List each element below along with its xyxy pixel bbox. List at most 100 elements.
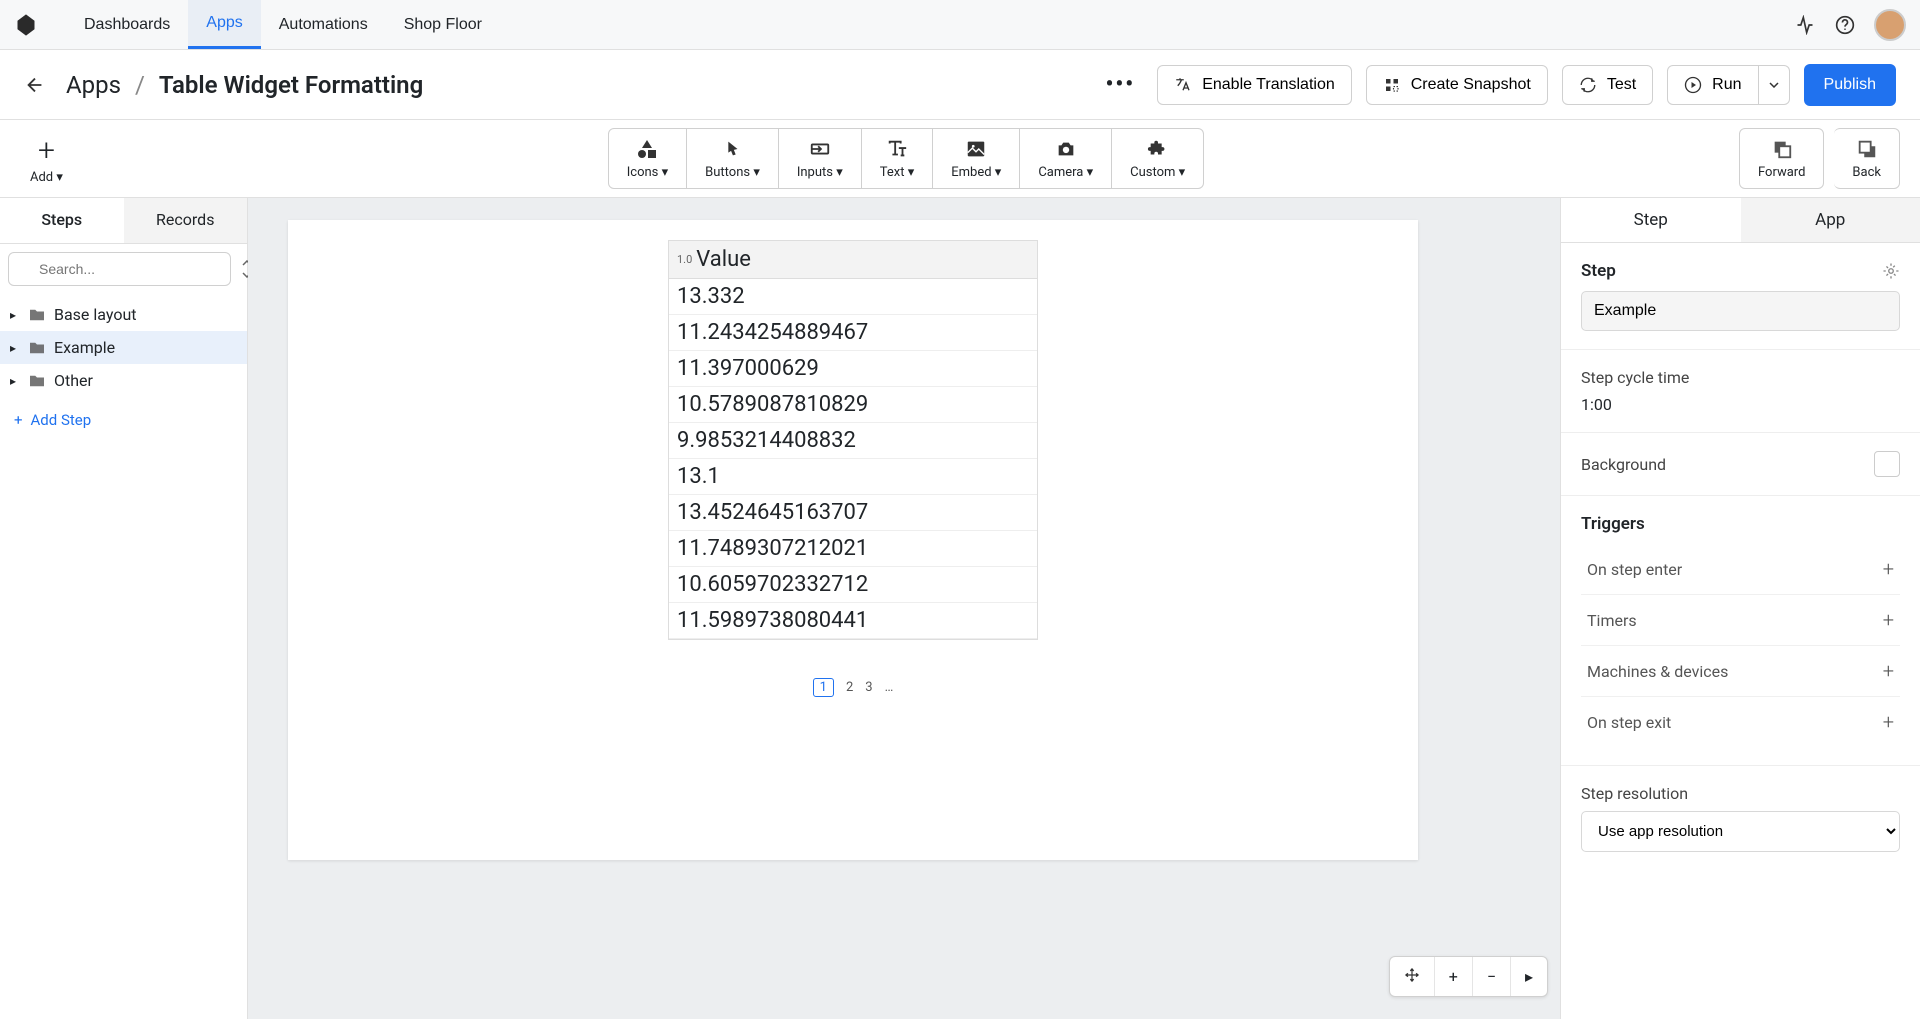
image-icon — [965, 137, 987, 161]
breadcrumb: Apps / Table Widget Formatting — [66, 71, 423, 99]
trigger-on-step-enter[interactable]: On step enter + — [1581, 544, 1900, 595]
inputs-tool-button[interactable]: Inputs ▾ — [779, 128, 862, 189]
input-icon — [808, 137, 832, 161]
create-snapshot-button[interactable]: Create Snapshot — [1366, 65, 1548, 105]
table-row[interactable]: 11.2434254889467 — [669, 315, 1037, 351]
test-button[interactable]: Test — [1562, 65, 1653, 105]
tree-item-base-layout[interactable]: ▸ Base layout — [0, 298, 247, 331]
play-icon — [1684, 76, 1702, 94]
tab-step[interactable]: Step — [1561, 198, 1741, 242]
table-row[interactable]: 10.5789087810829 — [669, 387, 1037, 423]
text-icon — [886, 137, 908, 161]
folder-icon — [28, 374, 46, 388]
enable-translation-button[interactable]: Enable Translation — [1157, 65, 1352, 105]
page-more[interactable]: … — [885, 680, 894, 695]
tab-app[interactable]: App — [1741, 198, 1920, 242]
plus-icon: + — [14, 411, 23, 429]
table-widget[interactable]: 1.0 Value 13.332 11.2434254889467 11.397… — [668, 240, 1038, 640]
create-snapshot-label: Create Snapshot — [1411, 76, 1531, 94]
tree-item-other[interactable]: ▸ Other — [0, 364, 247, 397]
page-2[interactable]: 2 — [846, 680, 853, 695]
tree-item-example[interactable]: ▸ Example — [0, 331, 247, 364]
plus-icon[interactable]: + — [1883, 608, 1894, 632]
cycle-time-label: Step cycle time — [1581, 368, 1900, 387]
chevron-right-icon: ▸ — [10, 374, 20, 388]
add-label: Add — [30, 170, 53, 185]
user-avatar[interactable] — [1874, 9, 1906, 41]
move-icon[interactable] — [1390, 957, 1435, 996]
resolution-select[interactable]: Use app resolution — [1581, 811, 1900, 852]
trigger-timers[interactable]: Timers + — [1581, 595, 1900, 646]
table-row[interactable]: 10.6059702332712 — [669, 567, 1037, 603]
table-row[interactable]: 13.1 — [669, 459, 1037, 495]
plus-icon[interactable]: + — [1883, 659, 1894, 683]
forward-button[interactable]: Forward — [1739, 128, 1824, 189]
run-button[interactable]: Run — [1667, 65, 1758, 105]
activity-icon[interactable] — [1794, 14, 1816, 36]
zoom-in-button[interactable]: + — [1435, 957, 1473, 996]
nav-tab-shop-floor[interactable]: Shop Floor — [386, 0, 500, 49]
embed-tool-button[interactable]: Embed ▾ — [933, 128, 1020, 189]
background-color-swatch[interactable] — [1874, 451, 1900, 477]
add-button[interactable]: + Add ▾ — [20, 127, 73, 191]
breadcrumb-root[interactable]: Apps — [66, 71, 121, 99]
search-input[interactable] — [8, 252, 231, 286]
more-menu-icon[interactable]: ••• — [1097, 72, 1143, 97]
chevron-down-icon — [1769, 82, 1779, 88]
trigger-machines-devices[interactable]: Machines & devices + — [1581, 646, 1900, 697]
table-row[interactable]: 13.4524645163707 — [669, 495, 1037, 531]
gear-icon[interactable] — [1882, 262, 1900, 280]
run-dropdown-button[interactable] — [1759, 65, 1790, 105]
table-row[interactable]: 13.332 — [669, 279, 1037, 315]
table-row[interactable]: 11.5989738080441 — [669, 603, 1037, 639]
nav-tab-apps[interactable]: Apps — [188, 0, 260, 49]
page-3[interactable]: 3 — [865, 680, 872, 695]
pagination: 1 2 3 … — [308, 664, 1398, 701]
publish-button[interactable]: Publish — [1804, 64, 1896, 106]
left-panel: Steps Records ▸ Base layout ▸ Example — [0, 198, 248, 1019]
table-row[interactable]: 11.7489307212021 — [669, 531, 1037, 567]
text-tool-button[interactable]: Text ▾ — [862, 128, 933, 189]
shapes-icon — [635, 137, 659, 161]
buttons-tool-button[interactable]: Buttons ▾ — [687, 128, 779, 189]
folder-icon — [28, 308, 46, 322]
send-back-icon — [1856, 137, 1878, 161]
add-step-button[interactable]: + Add Step — [0, 401, 247, 439]
trigger-on-step-exit[interactable]: On step exit + — [1581, 697, 1900, 747]
icons-tool-button[interactable]: Icons ▾ — [608, 128, 687, 189]
table-header[interactable]: 1.0 Value — [669, 241, 1037, 279]
chevron-right-icon: ▸ — [10, 308, 20, 322]
step-name-input[interactable] — [1581, 291, 1900, 331]
plus-icon[interactable]: + — [1883, 710, 1894, 734]
run-label: Run — [1712, 76, 1741, 94]
camera-tool-button[interactable]: Camera ▾ — [1020, 128, 1112, 189]
back-button[interactable]: Back — [1834, 128, 1900, 189]
plus-icon[interactable]: + — [1883, 557, 1894, 581]
secondary-bar: Apps / Table Widget Formatting ••• Enabl… — [0, 50, 1920, 120]
cycle-time-value[interactable]: 1:00 — [1581, 395, 1900, 414]
custom-tool-button[interactable]: Custom ▾ — [1112, 128, 1204, 189]
table-row[interactable]: 11.397000629 — [669, 351, 1037, 387]
nav-tab-dashboards[interactable]: Dashboards — [66, 0, 188, 49]
canvas[interactable]: 1.0 Value 13.332 11.2434254889467 11.397… — [288, 220, 1418, 860]
column-index: 1.0 — [677, 253, 692, 266]
page-title[interactable]: Table Widget Formatting — [159, 71, 423, 99]
help-icon[interactable] — [1834, 14, 1856, 36]
back-arrow-icon[interactable] — [24, 74, 46, 96]
table-row[interactable]: 9.9853214408832 — [669, 423, 1037, 459]
step-section-label: Step — [1581, 261, 1616, 281]
refresh-icon — [1579, 76, 1597, 94]
chevron-right-icon[interactable]: ▸ — [1511, 957, 1547, 996]
breadcrumb-separator: / — [135, 71, 145, 99]
tab-records[interactable]: Records — [124, 198, 248, 243]
tab-steps[interactable]: Steps — [0, 198, 124, 243]
nav-tab-automations[interactable]: Automations — [261, 0, 386, 49]
column-label: Value — [696, 247, 751, 272]
page-1[interactable]: 1 — [813, 678, 834, 697]
snapshot-icon — [1383, 76, 1401, 94]
zoom-out-button[interactable]: − — [1473, 957, 1511, 996]
layer-tools: Forward Back — [1739, 128, 1900, 189]
translate-icon — [1174, 76, 1192, 94]
top-nav: Dashboards Apps Automations Shop Floor — [0, 0, 1920, 50]
triggers-label: Triggers — [1581, 514, 1900, 534]
